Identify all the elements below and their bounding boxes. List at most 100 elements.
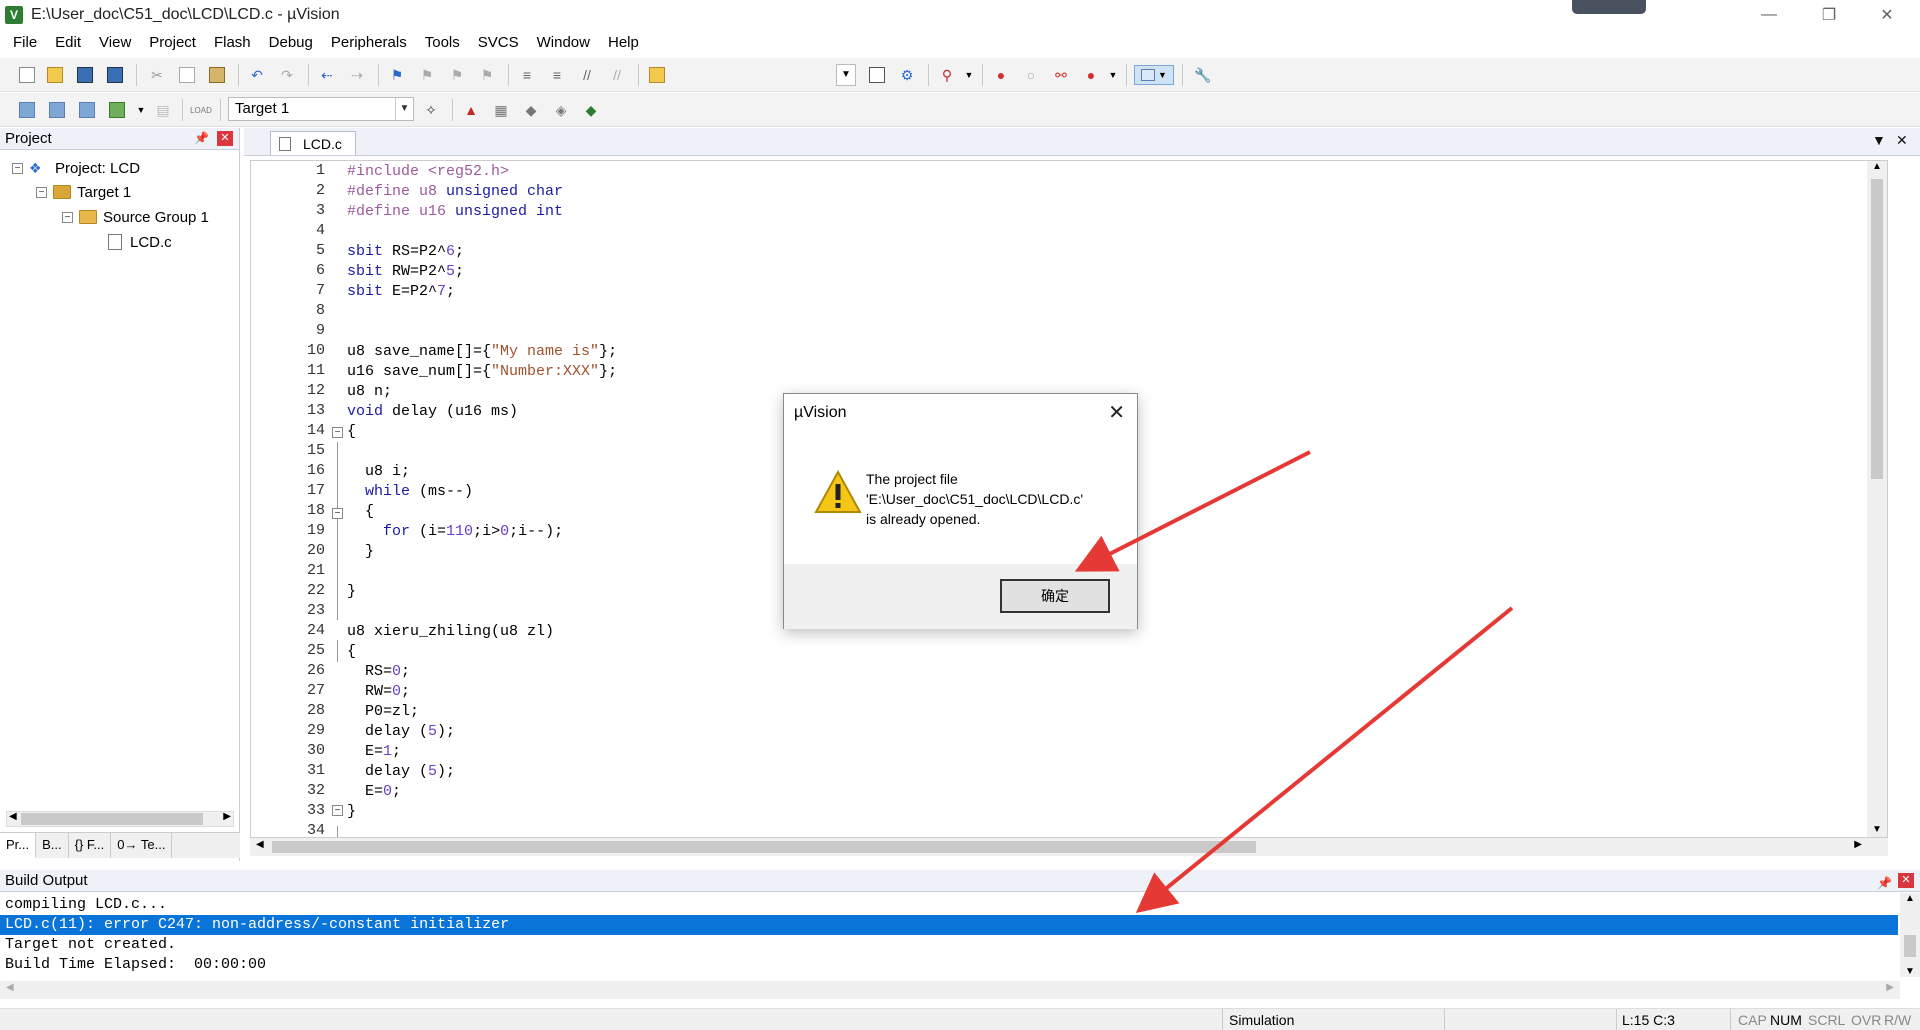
build-vscrollbar[interactable]: ▲ ▼ [1900,893,1920,977]
debug-dropdown-icon[interactable]: ▼ [958,65,980,85]
project-hscrollbar[interactable]: ◀ ▶ [6,811,234,827]
select-packs-icon[interactable]: ▦ [490,100,512,120]
close-icon[interactable]: ✕ [1108,400,1125,425]
message-dialog: µVision ✕ The project file 'E:\User_doc\… [783,393,1138,629]
disable-all-breakpoints-icon[interactable]: ⚯ [1050,65,1072,85]
find-combo-dropdown[interactable]: ▼ [836,64,856,86]
line-number: 11 [306,362,325,379]
next-bookmark-icon[interactable]: ⚑ [446,65,468,85]
find-icon[interactable] [866,65,888,85]
breakpoints-dropdown-icon[interactable]: ▼ [1102,65,1124,85]
rebuild-icon[interactable] [76,100,98,120]
open-file-icon[interactable] [44,65,66,85]
copy-icon[interactable] [176,65,198,85]
menu-window[interactable]: Window [528,30,599,56]
tab-templates[interactable]: 0→ Te... [111,833,173,858]
tree-file[interactable]: LCD.c [108,230,172,254]
kill-breakpoints-icon[interactable]: ● [1080,65,1102,85]
stop-build-icon[interactable]: ▤ [152,100,174,120]
tab-project[interactable]: Pr... [0,833,37,858]
redo-icon[interactable]: ↷ [276,65,298,85]
incremental-find-icon[interactable]: ⚙ [896,65,918,85]
save-all-icon[interactable] [104,65,126,85]
close-window-button[interactable]: ✕ [1858,0,1916,30]
editor-hscrollbar[interactable]: ◀ ▶ [250,838,1888,856]
pack-installer-icon[interactable]: ◈ [550,100,572,120]
manage-runtime-icon[interactable]: ◆ [520,100,542,120]
pin-icon[interactable]: 📌 [1877,872,1892,894]
bookmark-icon[interactable]: ⚑ [386,65,408,85]
disable-breakpoint-icon[interactable]: ○ [1020,65,1042,85]
close-tab-icon[interactable]: ✕ [1896,132,1908,149]
project-panel-header: Project 📌 ✕ [0,128,239,150]
target-select[interactable]: Target 1 ▼ [228,97,414,121]
paste-icon[interactable] [206,65,228,85]
batch-build-dropdown-icon[interactable]: ▼ [130,100,152,120]
fold-toggle-icon[interactable]: − [332,508,343,519]
output-line[interactable]: Target not created. [0,935,1898,955]
restore-button[interactable]: ❐ [1800,0,1858,30]
tab-books[interactable]: B... [36,833,69,858]
tree-target[interactable]: − Target 1 [36,180,131,204]
find-in-files-icon[interactable] [646,65,668,85]
collapse-icon[interactable]: − [36,186,47,198]
menu-tools[interactable]: Tools [416,30,469,56]
software-packs-icon[interactable]: ◆ [580,100,602,120]
menu-peripherals[interactable]: Peripherals [322,30,416,56]
fold-toggle-icon[interactable]: − [332,427,343,438]
minimize-button[interactable]: — [1740,0,1798,30]
tab-list-dropdown-icon[interactable]: ▼ [1872,132,1886,148]
close-icon[interactable]: ✕ [1898,873,1914,888]
undo-icon[interactable]: ↶ [246,65,268,85]
menu-help[interactable]: Help [599,30,648,56]
navigate-back-icon[interactable]: ⇠ [316,65,338,85]
collapse-icon[interactable]: − [62,211,73,223]
menu-project[interactable]: Project [140,30,205,56]
breakpoint-icon[interactable]: ● [990,65,1012,85]
uncomment-icon[interactable]: // [606,65,628,85]
manage-project-items-icon[interactable]: ▲ [460,100,482,120]
clear-bookmarks-icon[interactable]: ⚑ [476,65,498,85]
build-output-panel[interactable]: compiling LCD.c... LCD.c(11): error C247… [0,893,1920,1001]
translate-icon[interactable] [16,100,38,120]
prev-bookmark-icon[interactable]: ⚑ [416,65,438,85]
menu-edit[interactable]: Edit [46,30,90,56]
close-icon[interactable]: ✕ [217,131,233,146]
build-icon[interactable] [46,100,68,120]
build-hscrollbar[interactable]: ◀ ▶ [0,981,1900,999]
window-layout-icon[interactable]: ▼ [1134,65,1174,85]
code-line: u8 save_name[]={"My name is"}; [347,343,618,360]
collapse-icon[interactable]: − [12,162,23,174]
output-line[interactable]: compiling LCD.c... [0,895,1898,915]
new-file-icon[interactable] [16,65,38,85]
menu-file[interactable]: File [4,30,46,56]
comment-icon[interactable]: // [576,65,598,85]
menu-debug[interactable]: Debug [260,30,322,56]
navigate-forward-icon[interactable]: ⇢ [346,65,368,85]
menu-svcs[interactable]: SVCS [469,30,528,56]
batch-build-icon[interactable] [106,100,128,120]
editor-tab-lcd[interactable]: LCD.c [270,131,356,155]
indent-icon[interactable]: ≡ [516,65,538,85]
pin-icon[interactable]: 📌 [194,131,209,145]
target-options-icon[interactable]: ✧ [420,100,442,120]
menu-view[interactable]: View [90,30,140,56]
download-icon[interactable]: LOAD [190,100,212,120]
fold-toggle-icon[interactable]: − [332,805,343,816]
tree-project[interactable]: − ❖ Project: LCD [12,156,140,180]
ok-button[interactable]: 确定 [1000,579,1110,613]
debug-session-icon[interactable]: ⚲ [936,65,958,85]
menu-flash[interactable]: Flash [205,30,260,56]
tree-group[interactable]: − Source Group 1 [62,205,209,229]
cut-icon[interactable]: ✂ [146,65,168,85]
output-line-error[interactable]: LCD.c(11): error C247: non-address/-cons… [0,915,1898,935]
output-line[interactable]: Build Time Elapsed: 00:00:00 [0,955,1898,975]
title-grip [1572,0,1646,14]
line-number-gutter: 1 2 3 4 5 6 7 8 9 10 11 12 13 14 15 16 17 18 19 20 21 22 23 24 2… [251,161,331,837]
unindent-icon[interactable]: ≡ [546,65,568,85]
save-icon[interactable] [74,65,96,85]
line-number: 2 [315,182,325,199]
configure-wrench-icon[interactable]: 🔧 [1192,65,1214,85]
editor-vscrollbar[interactable]: ▲ ▼ [1867,161,1887,837]
tab-functions[interactable]: {} F... [69,833,112,858]
